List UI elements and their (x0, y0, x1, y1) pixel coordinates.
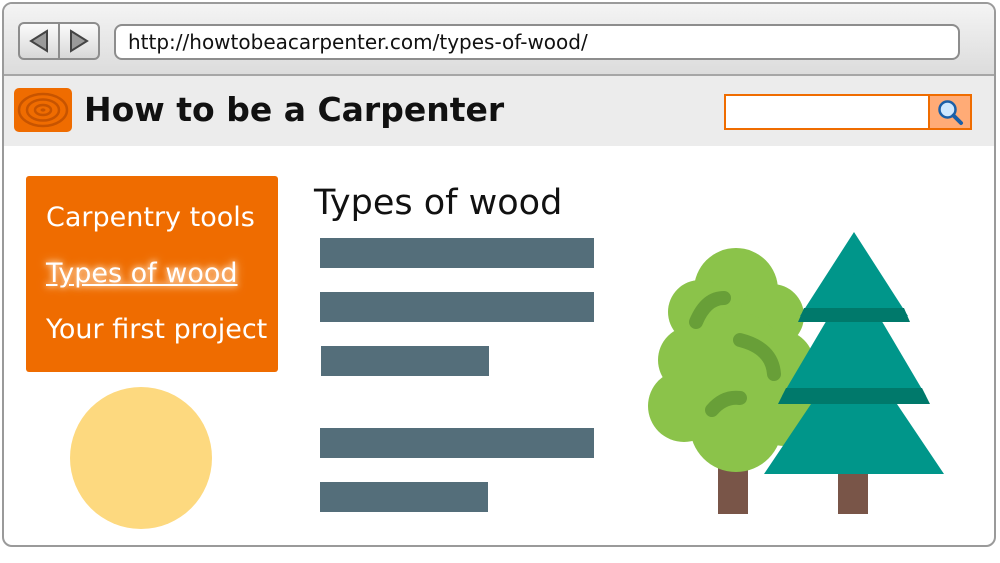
text-placeholder-line (320, 482, 488, 512)
arrow-right-icon (70, 29, 89, 53)
text-placeholder-line (320, 292, 594, 322)
trees-icon (648, 232, 944, 514)
site-title[interactable]: How to be a Carpenter (84, 88, 504, 132)
address-bar[interactable]: http://howtobeacarpenter.com/types-of-wo… (114, 24, 960, 60)
site-header: How to be a Carpenter (4, 76, 994, 146)
page-heading: Types of wood (314, 183, 563, 223)
text-placeholder-line (320, 428, 594, 458)
forward-button[interactable] (58, 24, 98, 58)
browser-window: http://howtobeacarpenter.com/types-of-wo… (2, 2, 996, 547)
arrow-left-icon (29, 29, 48, 53)
nav-item-your-first-project[interactable]: Your first project (46, 302, 278, 358)
browser-toolbar: http://howtobeacarpenter.com/types-of-wo… (4, 4, 994, 76)
wood-rings-icon[interactable] (14, 88, 72, 132)
search-input[interactable] (724, 94, 930, 130)
sidebar-nav: Carpentry tools Types of wood Your first… (26, 176, 278, 372)
nav-item-carpentry-tools[interactable]: Carpentry tools (46, 190, 278, 246)
site-search (724, 94, 972, 130)
search-button[interactable] (928, 94, 972, 130)
conifer-trunk (838, 470, 868, 514)
nav-item-types-of-wood[interactable]: Types of wood (46, 246, 278, 302)
back-button[interactable] (20, 24, 58, 58)
image-placeholder-circle (70, 387, 212, 529)
text-placeholder-line (321, 346, 489, 376)
nav-buttons (18, 22, 100, 60)
text-placeholder-line (320, 238, 594, 268)
magnifier-icon (938, 100, 963, 125)
